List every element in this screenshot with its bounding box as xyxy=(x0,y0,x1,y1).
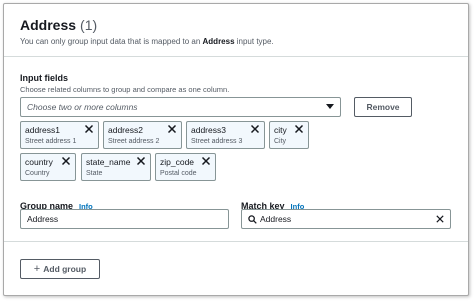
add-group-button[interactable]: + Add group xyxy=(20,259,100,279)
caret-down-icon xyxy=(326,104,334,109)
subtitle-prefix: You can only group input data that is ma… xyxy=(20,37,203,46)
column-token-description: City xyxy=(274,138,287,145)
column-token-description: State xyxy=(86,170,103,177)
column-token: address1 Street address 1 xyxy=(20,121,99,149)
match-key-value: Address xyxy=(260,214,292,224)
column-token: state_name State xyxy=(81,153,151,181)
section-title: Address (1) xyxy=(20,17,97,33)
column-token: address3 Street address 3 xyxy=(186,121,265,149)
section-title-text: Address xyxy=(20,17,77,33)
column-token: city City xyxy=(269,121,309,149)
plus-icon: + xyxy=(33,263,41,275)
columns-select[interactable]: Choose two or more columns xyxy=(20,97,341,117)
section-subtitle: You can only group input data that is ma… xyxy=(20,37,274,46)
header-divider xyxy=(4,56,468,57)
column-token-description: Country xyxy=(25,170,50,177)
column-token-description: Postal code xyxy=(160,170,197,177)
remove-token-icon[interactable] xyxy=(294,124,304,134)
column-token: address2 Street address 2 xyxy=(103,121,182,149)
section-count: (1) xyxy=(80,17,98,33)
remove-token-icon[interactable] xyxy=(167,124,177,134)
remove-button[interactable]: Remove xyxy=(354,97,412,117)
columns-select-placeholder: Choose two or more columns xyxy=(27,102,138,112)
column-token-description: Street address 3 xyxy=(191,138,243,145)
match-key-search-input[interactable]: Address xyxy=(241,209,451,229)
remove-token-icon[interactable] xyxy=(84,124,94,134)
add-group-label: Add group xyxy=(43,264,87,274)
input-fields-description: Choose related columns to group and comp… xyxy=(20,85,230,94)
input-fields-label: Input fields xyxy=(20,73,68,83)
column-token: country Country xyxy=(20,153,76,181)
column-token: zip_code Postal code xyxy=(155,153,216,181)
remove-token-icon[interactable] xyxy=(61,156,71,166)
subtitle-suffix: input type. xyxy=(234,37,274,46)
clear-icon[interactable] xyxy=(436,215,444,223)
column-token-description: Street address 1 xyxy=(25,138,77,145)
subtitle-bold: Address xyxy=(202,37,235,46)
search-icon xyxy=(248,215,257,224)
remove-token-icon[interactable] xyxy=(136,156,146,166)
footer-divider xyxy=(4,241,468,242)
address-group-card: Address (1) You can only group input data… xyxy=(3,3,469,296)
group-name-value: Address xyxy=(27,214,59,224)
group-name-input[interactable]: Address xyxy=(20,209,229,229)
remove-token-icon[interactable] xyxy=(201,156,211,166)
column-token-description: Street address 2 xyxy=(108,138,160,145)
remove-token-icon[interactable] xyxy=(250,124,260,134)
